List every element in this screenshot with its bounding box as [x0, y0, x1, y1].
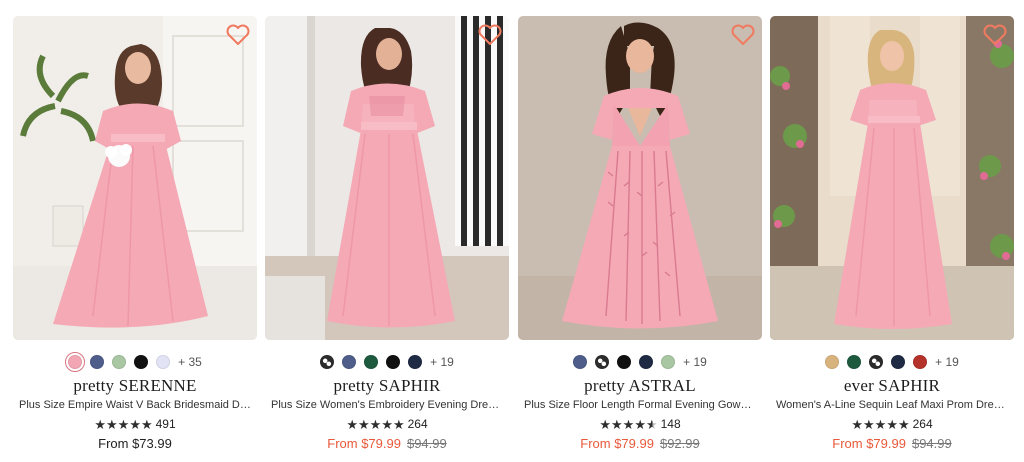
- color-swatch[interactable]: [825, 355, 840, 369]
- price-original: $94.99: [911, 436, 952, 451]
- product-card[interactable]: + 19 pretty SAPHIR Plus Size Women's Emb…: [265, 16, 509, 456]
- product-brand: ever SAPHIR: [843, 376, 941, 395]
- color-swatches: + 19: [265, 354, 509, 370]
- wishlist-heart-icon[interactable]: [730, 23, 756, 47]
- star-icon: ★: [392, 416, 405, 432]
- star-icon: ★: [346, 416, 358, 432]
- review-count: 148: [660, 417, 681, 431]
- product-image[interactable]: [13, 16, 257, 340]
- star-icon: ★: [94, 416, 106, 432]
- color-swatch[interactable]: [661, 355, 676, 369]
- color-swatch[interactable]: [156, 355, 171, 369]
- star-rating-icon: ★ ★ ★ ★ ★: [599, 418, 657, 431]
- price-from: From $79.99: [832, 436, 906, 451]
- color-swatches: + 19: [518, 354, 762, 370]
- product-title[interactable]: Plus Size Women's Embroidery Evening Dre…: [271, 399, 503, 411]
- dress-photo-icon: [518, 16, 762, 340]
- dress-photo-icon: [770, 16, 1014, 340]
- product-image[interactable]: [265, 16, 509, 340]
- color-swatch[interactable]: [342, 355, 357, 369]
- star-icon: ★: [645, 416, 658, 432]
- wishlist-heart-icon[interactable]: [477, 23, 503, 47]
- more-colors-link[interactable]: + 35: [178, 355, 202, 369]
- star-icon: ★: [140, 416, 153, 432]
- star-icon: ★: [381, 416, 393, 432]
- product-rating: ★ ★ ★ ★ ★ 264: [265, 417, 509, 431]
- color-swatch[interactable]: [386, 355, 401, 369]
- color-swatch[interactable]: [595, 355, 610, 369]
- color-swatches: + 19: [770, 354, 1014, 370]
- star-icon: ★: [851, 416, 863, 432]
- color-swatch[interactable]: [134, 355, 149, 369]
- star-rating-icon: ★ ★ ★ ★ ★: [94, 418, 152, 431]
- star-icon: ★: [874, 416, 887, 432]
- star-rating-icon: ★ ★ ★ ★ ★: [346, 418, 404, 431]
- more-colors-link[interactable]: + 19: [935, 355, 959, 369]
- star-icon: ★: [358, 416, 370, 432]
- more-colors-link[interactable]: + 19: [430, 355, 454, 369]
- product-price: From $73.99: [13, 436, 257, 451]
- wishlist-heart-icon[interactable]: [982, 23, 1008, 47]
- star-rating-icon: ★ ★ ★ ★ ★: [851, 418, 909, 431]
- review-count: 264: [407, 417, 428, 431]
- color-swatch[interactable]: [112, 355, 127, 369]
- star-icon: ★: [599, 416, 611, 432]
- star-icon: ★: [106, 416, 118, 432]
- color-swatch[interactable]: [320, 355, 335, 369]
- color-swatch[interactable]: [408, 355, 423, 369]
- product-image[interactable]: [770, 16, 1014, 340]
- star-icon: ★: [611, 416, 623, 432]
- review-count: 491: [155, 417, 176, 431]
- product-card[interactable]: + 19 ever SAPHIR Women's A-Line Sequin L…: [770, 16, 1014, 456]
- product-title[interactable]: Women's A-Line Sequin Leaf Maxi Prom Dre…: [776, 399, 1008, 411]
- star-icon: ★: [129, 416, 141, 432]
- color-swatch[interactable]: [573, 355, 588, 369]
- more-colors-link[interactable]: + 19: [683, 355, 707, 369]
- star-icon: ★: [634, 416, 646, 432]
- star-icon: ★: [897, 416, 910, 432]
- product-price: From $79.99 $94.99: [770, 436, 1014, 451]
- price-from: From $79.99: [327, 436, 401, 451]
- product-rating: ★ ★ ★ ★ ★ 264: [770, 417, 1014, 431]
- product-brand: pretty ASTRAL: [584, 376, 696, 395]
- product-brand: pretty SERENNE: [73, 376, 197, 395]
- product-price: From $79.99 $94.99: [265, 436, 509, 451]
- color-swatch[interactable]: [847, 355, 862, 369]
- star-icon: ★: [863, 416, 875, 432]
- price-from: From $73.99: [98, 436, 172, 451]
- product-grid: + 35 pretty SERENNE Plus Size Empire Wai…: [13, 16, 1014, 456]
- dress-photo-icon: [13, 16, 257, 340]
- product-rating: ★ ★ ★ ★ ★ 148: [518, 417, 762, 431]
- star-icon: ★: [622, 416, 635, 432]
- color-swatch[interactable]: [617, 355, 632, 369]
- product-image[interactable]: [518, 16, 762, 340]
- wishlist-heart-icon[interactable]: [225, 23, 251, 47]
- product-card[interactable]: + 35 pretty SERENNE Plus Size Empire Wai…: [13, 16, 257, 456]
- color-swatch[interactable]: [65, 352, 86, 372]
- price-original: $92.99: [659, 436, 700, 451]
- star-icon: ★: [886, 416, 898, 432]
- color-swatch[interactable]: [869, 355, 884, 369]
- product-title[interactable]: Plus Size Empire Waist V Back Bridesmaid…: [19, 399, 251, 411]
- product-card[interactable]: + 19 pretty ASTRAL Plus Size Floor Lengt…: [518, 16, 762, 456]
- product-brand: pretty SAPHIR: [333, 376, 441, 395]
- color-swatch[interactable]: [639, 355, 654, 369]
- star-icon: ★: [369, 416, 382, 432]
- review-count: 264: [912, 417, 933, 431]
- price-from: From $79.99: [580, 436, 654, 451]
- product-rating: ★ ★ ★ ★ ★ 491: [13, 417, 257, 431]
- color-swatch[interactable]: [913, 355, 928, 369]
- star-icon: ★: [117, 416, 130, 432]
- price-original: $94.99: [406, 436, 447, 451]
- product-price: From $79.99 $92.99: [518, 436, 762, 451]
- color-swatch[interactable]: [891, 355, 906, 369]
- color-swatches: + 35: [13, 352, 257, 372]
- color-swatch[interactable]: [90, 355, 105, 369]
- product-title[interactable]: Plus Size Floor Length Formal Evening Go…: [524, 399, 756, 411]
- dress-photo-icon: [265, 16, 509, 340]
- color-swatch[interactable]: [364, 355, 379, 369]
